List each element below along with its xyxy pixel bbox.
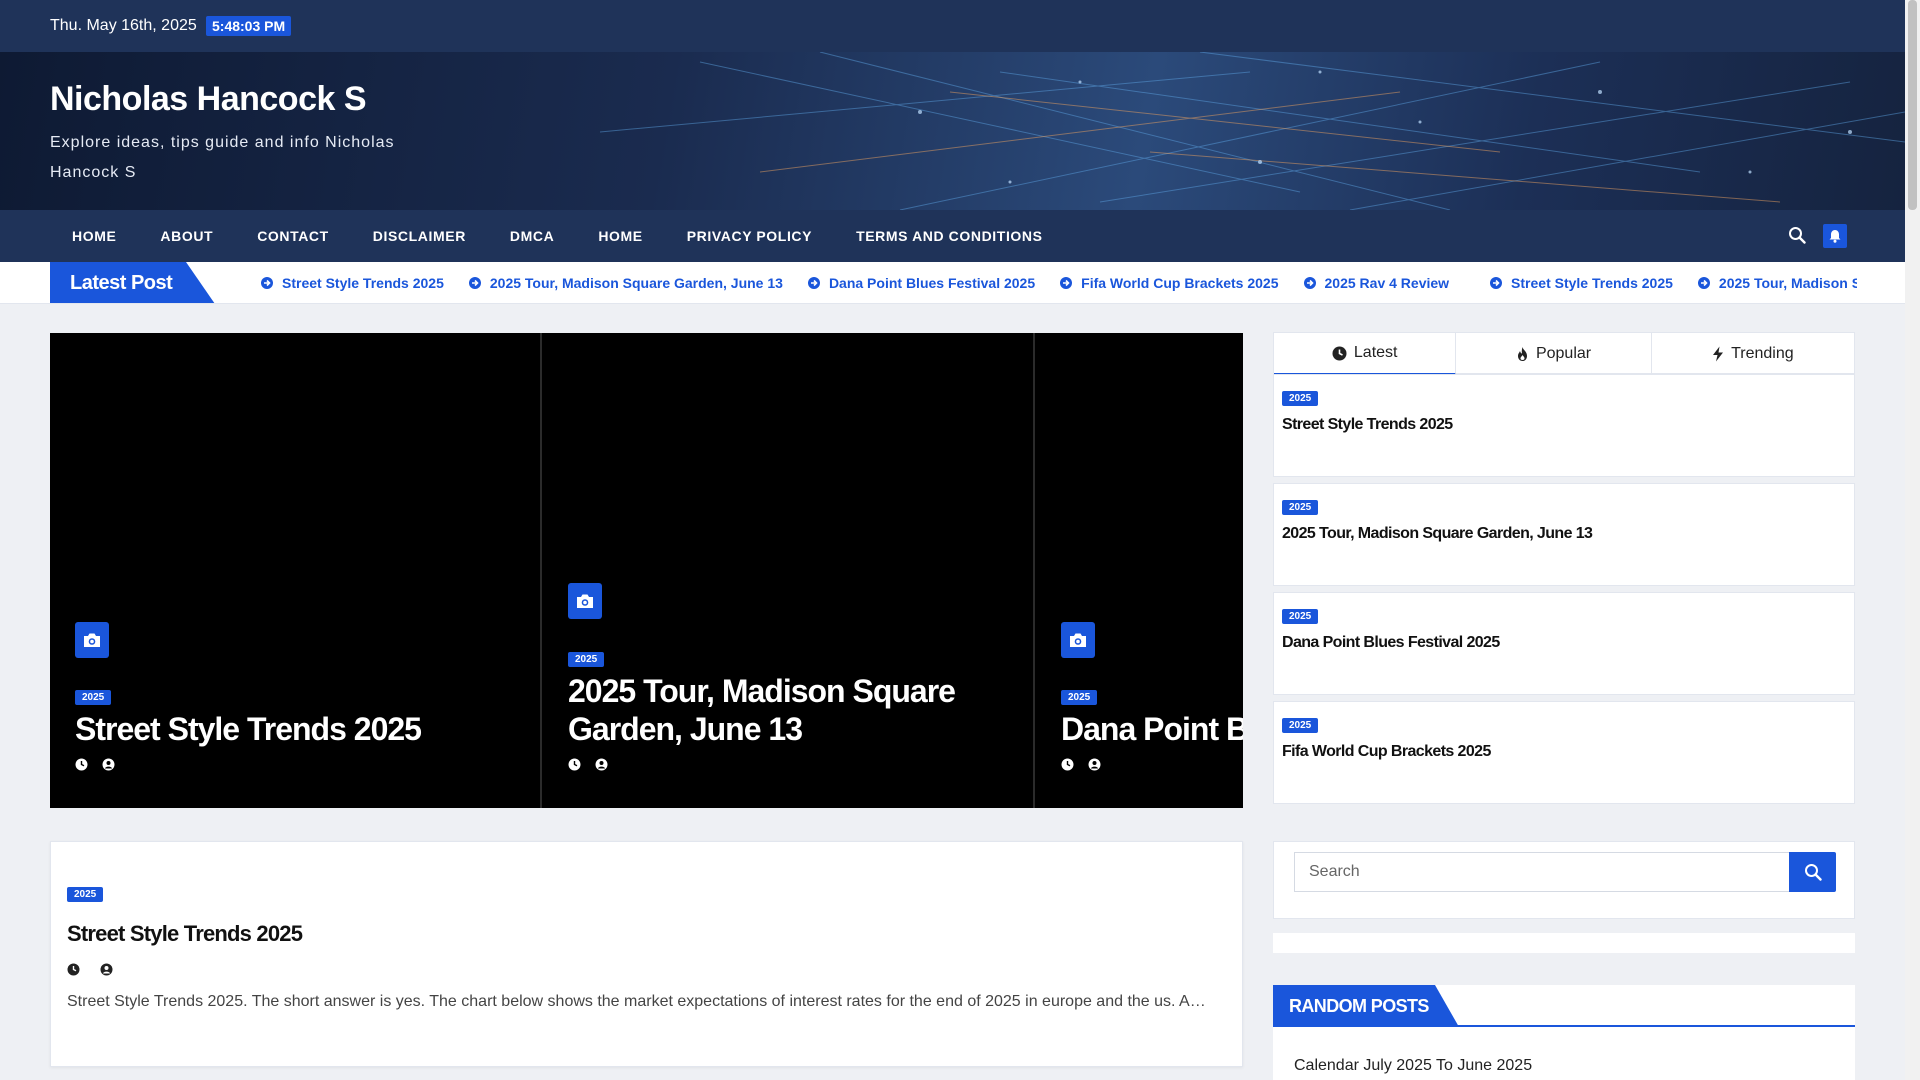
header-banner: Nicholas Hancock S Explore ideas, tips g…	[0, 52, 1905, 210]
random-posts-widget: RANDOM POSTS Calendar July 2025 To June …	[1273, 985, 1855, 1080]
nav-item-privacy-policy[interactable]: PRIVACY POLICY	[665, 210, 834, 262]
category-badge[interactable]: 2025	[75, 690, 112, 705]
ticker-item[interactable]: Street Style Trends 2025	[260, 262, 444, 303]
tab-post-title[interactable]: Dana Point Blues Festival 2025	[1282, 634, 1500, 652]
arrow-circle-right-icon	[261, 277, 273, 289]
search-icon	[1804, 864, 1822, 881]
nav-search-button[interactable]	[1788, 226, 1808, 246]
nav-item-home[interactable]: HOME	[50, 210, 138, 262]
tab-post-item[interactable]: 2025 Street Style Trends 2025	[1273, 374, 1855, 477]
article-title[interactable]: Street Style Trends 2025	[67, 921, 303, 947]
nav-item-contact[interactable]: CONTACT	[235, 210, 351, 262]
camera-icon-button[interactable]	[568, 583, 602, 619]
category-badge[interactable]: 2025	[1282, 718, 1319, 733]
slide-2[interactable]: 2025 2025 Tour, Madison Square Garden, J…	[543, 333, 1035, 808]
slide-meta	[75, 758, 115, 771]
tab-post-title[interactable]: 2025 Tour, Madison Square Garden, June 1…	[1282, 525, 1593, 543]
tab-post-title[interactable]: Fifa World Cup Brackets 2025	[1282, 743, 1491, 761]
latest-post-ticker: Latest Post Street Style Trends 2025 202…	[0, 262, 1905, 304]
camera-icon	[84, 633, 100, 647]
ticker-item[interactable]: 2025 Tour, Madison Square Garden, June 1…	[468, 262, 783, 303]
sidebar-tabs: Latest Popular Trending	[1273, 332, 1855, 375]
category-badge[interactable]: 2025	[1061, 690, 1098, 705]
fire-icon	[1517, 347, 1527, 361]
user-icon	[1088, 758, 1101, 771]
random-posts-label: RANDOM POSTS	[1273, 985, 1459, 1027]
category-badge[interactable]: 2025	[1282, 609, 1319, 624]
clock-icon	[75, 758, 88, 771]
slide-title-line-2[interactable]: Garden, June 13	[568, 710, 803, 748]
camera-icon-button[interactable]	[1061, 622, 1095, 658]
article-meta	[67, 963, 113, 976]
category-badge[interactable]: 2025	[1282, 500, 1319, 515]
search-icon	[1789, 227, 1806, 244]
site-description: Explore ideas, tips guide and info Nicho…	[50, 134, 395, 181]
current-time-badge: 5:48:03 PM	[206, 16, 292, 36]
clock-icon	[67, 963, 80, 976]
tab-latest[interactable]: Latest	[1274, 333, 1457, 375]
camera-icon-button[interactable]	[75, 622, 109, 658]
clock-icon	[568, 758, 581, 771]
random-post-link[interactable]: Calendar July 2025 To June 2025	[1294, 1057, 1532, 1075]
nav-item-home-2[interactable]: HOME	[576, 210, 664, 262]
article-card: 2025 Street Style Trends 2025 Street Sty…	[50, 841, 1243, 1067]
tab-post-item[interactable]: 2025 Dana Point Blues Festival 2025	[1273, 592, 1855, 695]
main-navigation: HOME ABOUT CONTACT DISCLAIMER DMCA HOME …	[0, 210, 1905, 262]
search-input[interactable]	[1294, 852, 1790, 892]
search-submit-button[interactable]	[1789, 852, 1836, 892]
nav-item-about[interactable]: ABOUT	[138, 210, 235, 262]
bell-icon	[1829, 230, 1841, 243]
page-scrollbar[interactable]	[1905, 0, 1920, 1080]
ticker-items: Street Style Trends 2025 2025 Tour, Madi…	[260, 262, 1857, 303]
user-icon	[102, 758, 115, 771]
sidebar-widget-empty	[1273, 933, 1855, 953]
ticker-item[interactable]: Fifa World Cup Brackets 2025	[1059, 262, 1279, 303]
arrow-circle-right-icon	[1490, 277, 1503, 289]
nav-item-terms[interactable]: TERMS AND CONDITIONS	[834, 210, 1064, 262]
tab-post-item[interactable]: 2025 Fifa World Cup Brackets 2025	[1273, 701, 1855, 804]
tab-post-item[interactable]: 2025 2025 Tour, Madison Square Garden, J…	[1273, 483, 1855, 586]
random-posts-header: RANDOM POSTS	[1273, 985, 1855, 1027]
tab-post-title[interactable]: Street Style Trends 2025	[1282, 416, 1453, 434]
clock-icon	[1061, 758, 1074, 771]
ticker-item[interactable]: Dana Point Blues Festival 2025	[807, 262, 1035, 303]
featured-slider: 2025 Street Style Trends 2025 2025 2025 …	[50, 333, 1243, 808]
user-icon	[595, 758, 608, 771]
slide-meta	[1061, 758, 1101, 771]
top-bar: Thu. May 16th, 2025 5:48:03 PM	[0, 0, 1905, 52]
sidebar-search	[1273, 841, 1855, 919]
slide-title[interactable]: Street Style Trends 2025	[75, 710, 422, 748]
camera-icon	[1070, 633, 1086, 647]
tab-trending[interactable]: Trending	[1652, 333, 1854, 375]
current-date: Thu. May 16th, 2025	[50, 17, 197, 34]
ticker-item[interactable]: 2025 Rav 4 Review	[1303, 262, 1449, 303]
arrow-circle-right-icon	[1060, 277, 1073, 289]
arrow-circle-right-icon	[1697, 277, 1710, 289]
ticker-item[interactable]: 2025 Tour, Madison Square Garden, June 1…	[1697, 262, 1857, 303]
slide-title-line-1[interactable]: 2025 Tour, Madison Square	[568, 672, 956, 710]
clock-icon	[1332, 346, 1347, 360]
slide-title[interactable]: Dana Point Blues Festival 2025	[1061, 710, 1243, 748]
user-icon	[100, 963, 113, 976]
ticker-label: Latest Post	[50, 262, 215, 303]
notification-button[interactable]	[1823, 224, 1847, 248]
nav-item-disclaimer[interactable]: DISCLAIMER	[351, 210, 488, 262]
bolt-icon	[1713, 346, 1724, 362]
site-title[interactable]: Nicholas Hancock S	[50, 80, 367, 119]
slide-3[interactable]: 2025 Dana Point Blues Festival 2025	[1036, 333, 1243, 808]
slide-1[interactable]: 2025 Street Style Trends 2025	[50, 333, 542, 808]
arrow-circle-right-icon	[807, 277, 820, 289]
category-badge[interactable]: 2025	[67, 887, 104, 902]
slide-meta	[568, 758, 608, 771]
camera-icon	[577, 594, 593, 608]
arrow-circle-right-icon	[468, 277, 481, 289]
ticker-item[interactable]: Street Style Trends 2025	[1489, 262, 1673, 303]
tab-popular[interactable]: Popular	[1456, 333, 1652, 375]
category-badge[interactable]: 2025	[1282, 391, 1319, 406]
article-excerpt: Street Style Trends 2025. The short answ…	[67, 993, 1206, 1010]
scrollbar-thumb[interactable]	[1908, 0, 1917, 210]
category-badge[interactable]: 2025	[568, 652, 605, 667]
arrow-circle-right-icon	[1303, 277, 1316, 289]
nav-item-dmca[interactable]: DMCA	[488, 210, 576, 262]
